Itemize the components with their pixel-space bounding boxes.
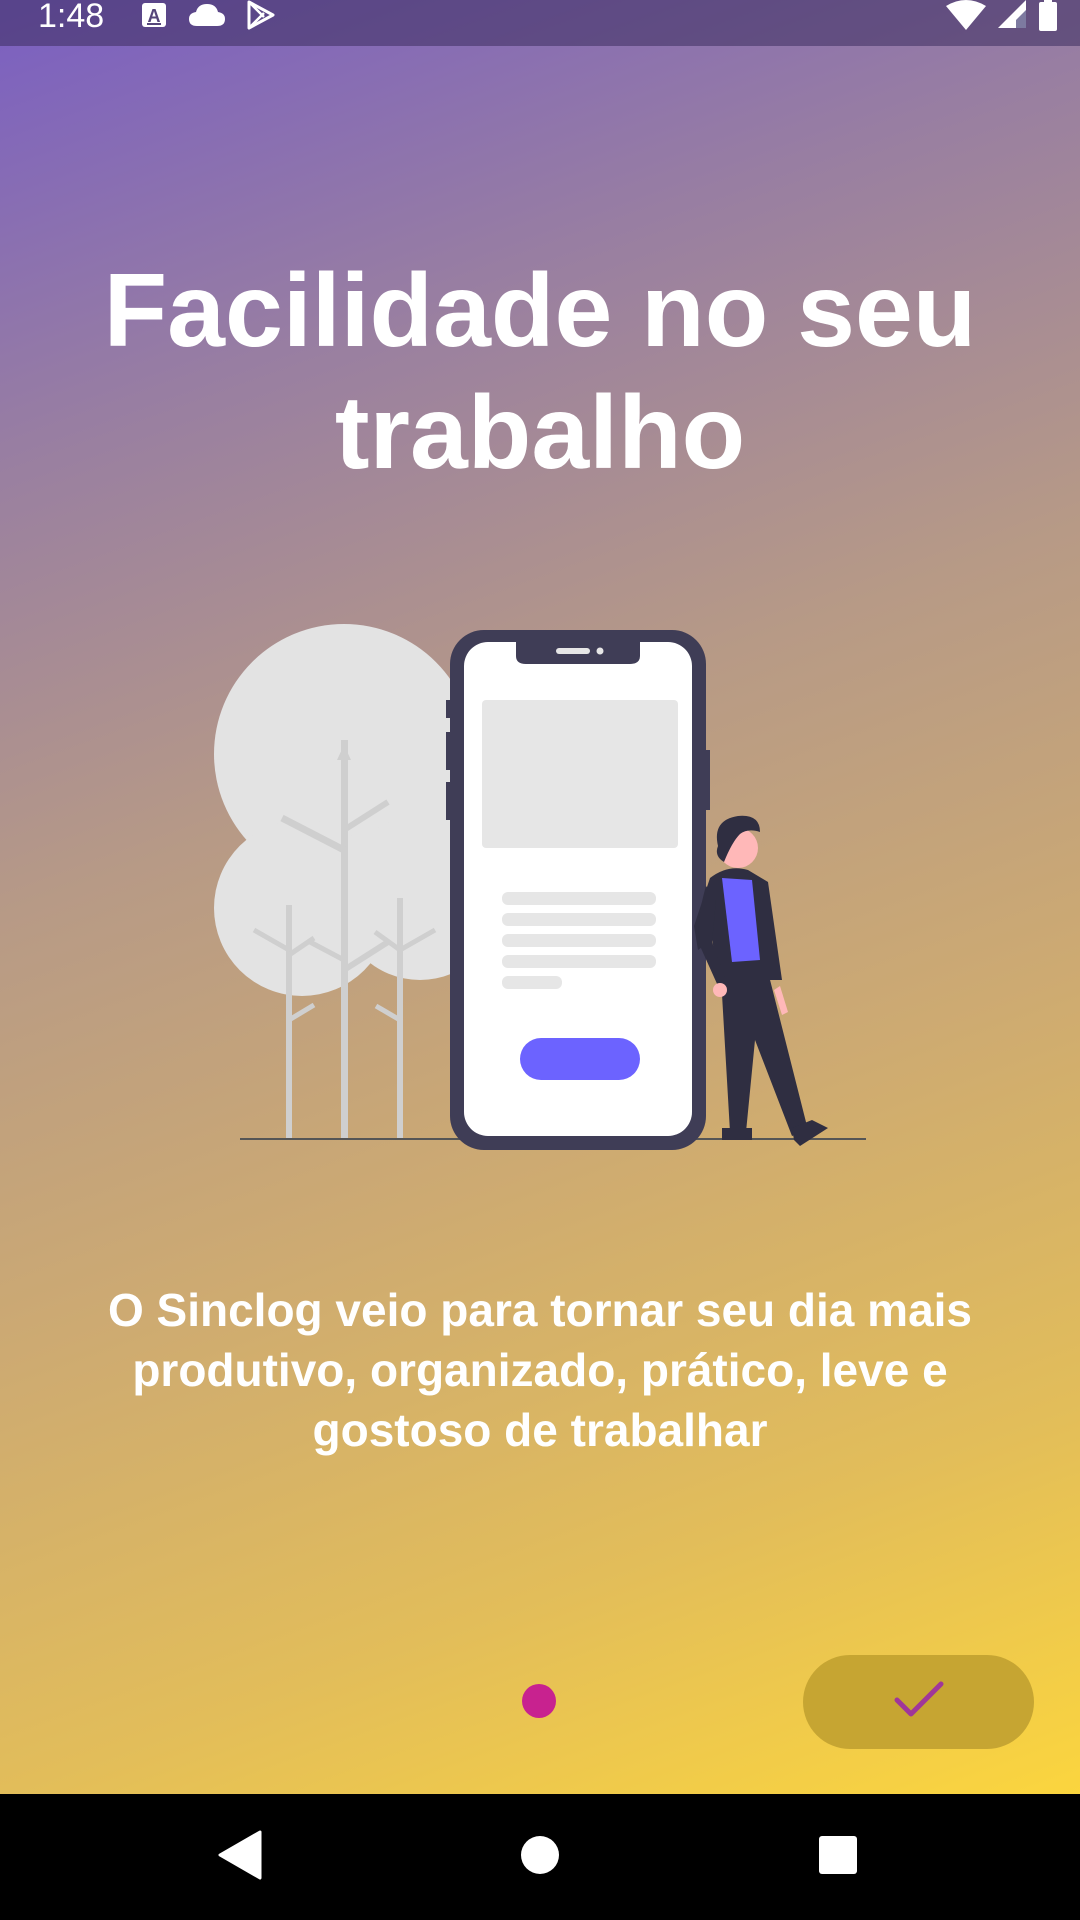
navigation-bar	[0, 1794, 1080, 1920]
system-icons	[946, 0, 1058, 34]
page-indicator-dot	[522, 1684, 556, 1718]
keyboard-a-icon: A	[140, 1, 168, 34]
recents-icon	[818, 1835, 858, 1880]
done-button[interactable]	[803, 1655, 1034, 1749]
play-store-icon	[246, 0, 276, 35]
battery-icon	[1038, 0, 1058, 36]
wifi-icon	[946, 0, 986, 35]
status-bar: 1:48 A	[0, 0, 1080, 46]
phone-illustration	[446, 630, 710, 1150]
home-icon	[520, 1835, 560, 1880]
check-icon	[893, 1680, 945, 1725]
onboarding-title: Facilidade no seu trabalho	[103, 253, 977, 491]
onboarding-screen: 1:48 A Facilidade no seu trabalho O Sinc…	[0, 0, 1080, 1794]
cloud-icon	[188, 2, 226, 33]
onboarding-description: O Sinclog veio para tornar seu dia mais …	[107, 1284, 973, 1456]
back-icon	[216, 1830, 262, 1885]
person-illustration	[694, 815, 828, 1146]
recents-button[interactable]	[778, 1794, 898, 1920]
notification-icons: A	[140, 0, 276, 34]
status-time: 1:48	[38, 0, 105, 35]
onboarding-illustration	[200, 620, 880, 1160]
back-button[interactable]	[179, 1794, 299, 1920]
home-button[interactable]	[480, 1794, 600, 1920]
cell-signal-icon	[996, 0, 1028, 35]
